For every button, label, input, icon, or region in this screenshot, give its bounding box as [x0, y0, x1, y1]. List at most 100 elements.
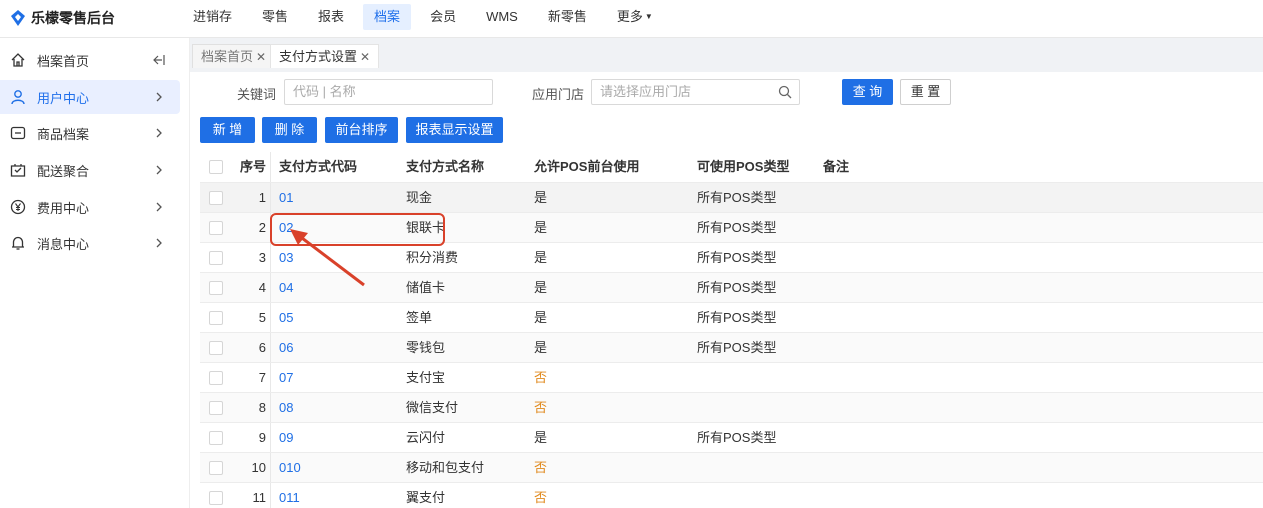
- table-row[interactable]: 7 07 支付宝 否: [200, 362, 1263, 393]
- tab-payment-settings[interactable]: 支付方式设置 ✕: [270, 44, 380, 68]
- header-name: 支付方式名称: [406, 159, 485, 174]
- yen-icon: [10, 199, 26, 215]
- sidebar-item-delivery[interactable]: 配送聚合: [0, 153, 180, 187]
- header-remark: 备注: [823, 159, 850, 174]
- table-row[interactable]: 5 05 签单 是 所有POS类型: [200, 302, 1263, 333]
- pos-type-value: 所有POS类型: [697, 280, 777, 295]
- table-row[interactable]: 9 09 云闪付 是 所有POS类型: [200, 422, 1263, 453]
- payment-name: 现金: [406, 190, 433, 205]
- row-checkbox[interactable]: [209, 461, 223, 475]
- row-checkbox[interactable]: [209, 251, 223, 265]
- top-nav: 进销存 零售 报表 档案 会员 WMS 新零售 更多 ▼: [182, 4, 672, 30]
- sidebar-item-label: 用户中心: [37, 90, 90, 106]
- row-index: 1: [258, 190, 266, 205]
- payment-code-link[interactable]: 08: [279, 393, 293, 423]
- front-sort-button[interactable]: 前台排序: [325, 117, 398, 143]
- chevron-right-icon: [156, 92, 162, 102]
- query-button[interactable]: 查 询: [842, 79, 893, 105]
- delete-button[interactable]: 删 除: [262, 117, 317, 143]
- sidebar-item-expense-center[interactable]: 费用中心: [0, 190, 180, 224]
- store-placeholder: 请选择应用门店: [600, 84, 692, 99]
- row-index: 8: [258, 400, 266, 415]
- row-index: 9: [258, 430, 266, 445]
- column-divider: [270, 363, 271, 393]
- allow-pos-value: 是: [534, 430, 548, 445]
- payment-code-link[interactable]: 06: [279, 333, 293, 363]
- content-panel: 关键词 代码 | 名称 应用门店 请选择应用门店 查 询 重 置 新 增 删 除…: [190, 72, 1263, 508]
- allow-pos-value: 是: [534, 340, 548, 355]
- store-select[interactable]: 请选择应用门店: [591, 79, 800, 105]
- keyword-label: 关键词: [237, 87, 277, 102]
- row-index: 7: [258, 370, 266, 385]
- payment-code-link[interactable]: 09: [279, 423, 293, 453]
- row-index: 6: [258, 340, 266, 355]
- sidebar-item-user-center[interactable]: 用户中心: [0, 80, 180, 114]
- pos-type-value: 所有POS类型: [697, 340, 777, 355]
- row-checkbox[interactable]: [209, 371, 223, 385]
- row-index: 3: [258, 250, 266, 265]
- column-divider: [270, 243, 271, 273]
- nav-item-more[interactable]: 更多 ▼: [606, 4, 664, 30]
- report-display-settings-button[interactable]: 报表显示设置: [406, 117, 503, 143]
- nav-item-reports[interactable]: 报表: [307, 4, 355, 30]
- row-checkbox[interactable]: [209, 191, 223, 205]
- payment-code-link[interactable]: 05: [279, 303, 293, 333]
- allow-pos-value: 否: [534, 460, 548, 475]
- column-divider: [270, 152, 271, 182]
- search-icon[interactable]: [778, 85, 792, 99]
- payment-name: 微信支付: [406, 400, 459, 415]
- nav-item-wms[interactable]: WMS: [475, 4, 529, 30]
- nav-item-archive[interactable]: 档案: [363, 4, 412, 30]
- payment-name: 积分消费: [406, 250, 459, 265]
- table-row[interactable]: 10 010 移动和包支付 否: [200, 452, 1263, 483]
- row-checkbox[interactable]: [209, 311, 223, 325]
- row-checkbox[interactable]: [209, 281, 223, 295]
- payment-name: 支付宝: [406, 370, 446, 385]
- payment-name: 移动和包支付: [406, 460, 485, 475]
- payment-code-link[interactable]: 01: [279, 183, 293, 213]
- table-row[interactable]: 1 01 现金 是 所有POS类型: [200, 182, 1263, 213]
- sidebar-item-label: 档案首页: [37, 53, 90, 69]
- payment-name: 零钱包: [406, 340, 446, 355]
- nav-item-inventory[interactable]: 进销存: [182, 4, 243, 30]
- sidebar-item-product-archive[interactable]: 商品档案: [0, 116, 180, 150]
- app-title: 乐檬零售后台: [31, 10, 115, 26]
- collapse-sidebar-icon[interactable]: [152, 54, 166, 66]
- brand[interactable]: 乐檬零售后台: [10, 8, 115, 28]
- close-icon[interactable]: ✕: [256, 50, 266, 64]
- sidebar-item-label: 配送聚合: [37, 163, 90, 179]
- nav-item-retail[interactable]: 零售: [251, 4, 299, 30]
- row-checkbox[interactable]: [209, 401, 223, 415]
- add-button[interactable]: 新 增: [200, 117, 255, 143]
- row-checkbox[interactable]: [209, 341, 223, 355]
- tab-label: 档案首页: [201, 49, 254, 64]
- row-checkbox[interactable]: [209, 431, 223, 445]
- table-row[interactable]: 11 011 翼支付 否: [200, 482, 1263, 508]
- close-icon[interactable]: ✕: [360, 50, 370, 64]
- reset-button[interactable]: 重 置: [900, 79, 951, 105]
- select-all-checkbox[interactable]: [209, 160, 223, 174]
- sidebar-item-message-center[interactable]: 消息中心: [0, 226, 180, 260]
- chevron-right-icon: [156, 165, 162, 175]
- row-index: 4: [258, 280, 266, 295]
- payment-code-link[interactable]: 010: [279, 453, 301, 483]
- sidebar-item-archive-home[interactable]: 档案首页: [0, 43, 180, 77]
- table-row[interactable]: 6 06 零钱包 是 所有POS类型: [200, 332, 1263, 363]
- table-row[interactable]: 8 08 微信支付 否: [200, 392, 1263, 423]
- payment-code-link[interactable]: 011: [279, 483, 300, 508]
- row-checkbox[interactable]: [209, 221, 223, 235]
- payment-code-link[interactable]: 07: [279, 363, 293, 393]
- brand-logo-icon: [11, 10, 25, 26]
- row-checkbox[interactable]: [209, 491, 223, 505]
- page-tabs: 档案首页 ✕ 支付方式设置 ✕: [190, 38, 1263, 72]
- nav-item-member[interactable]: 会员: [419, 4, 467, 30]
- user-icon: [11, 90, 25, 105]
- tab-archive-home[interactable]: 档案首页 ✕: [192, 44, 276, 68]
- allow-pos-value: 否: [534, 490, 548, 505]
- payment-name: 翼支付: [406, 490, 446, 505]
- column-divider: [270, 453, 271, 483]
- nav-more-label: 更多: [616, 9, 643, 24]
- payment-name: 云闪付: [406, 430, 446, 445]
- keyword-input[interactable]: 代码 | 名称: [284, 79, 493, 105]
- nav-item-new-retail[interactable]: 新零售: [537, 4, 598, 30]
